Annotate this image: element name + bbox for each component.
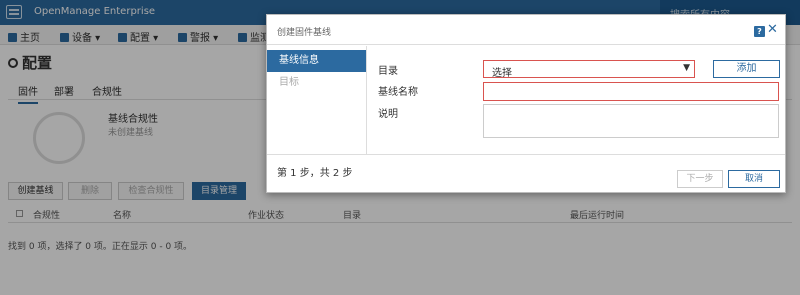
catalog-select-value: 选择	[492, 68, 512, 79]
create-firmware-baseline-dialog: 创建固件基线 ? ✕ 基线信息 目标 目录 选择 ▼ 添加 基线名称 说明 第 …	[266, 14, 786, 193]
catalog-label: 目录	[378, 66, 398, 77]
cancel-button[interactable]: 取消	[728, 170, 780, 188]
close-icon[interactable]: ✕	[767, 23, 778, 37]
description-label: 说明	[378, 109, 398, 120]
add-catalog-button[interactable]: 添加	[713, 60, 780, 78]
description-textarea[interactable]	[483, 104, 779, 138]
wizard-step-baseline-info[interactable]: 基线信息	[267, 50, 366, 72]
dialog-footer: 第 1 步，共 2 步 下一步 取消	[267, 154, 785, 194]
step-counter: 第 1 步，共 2 步	[277, 168, 353, 179]
baseline-name-input[interactable]	[483, 82, 779, 101]
wizard-step-target[interactable]: 目标	[267, 72, 366, 94]
catalog-select[interactable]: 选择 ▼	[483, 60, 695, 79]
baseline-name-label: 基线名称	[378, 87, 418, 98]
dialog-header: 创建固件基线 ? ✕	[267, 15, 785, 45]
help-icon[interactable]: ?	[754, 26, 765, 37]
dialog-title: 创建固件基线	[277, 28, 332, 38]
next-button[interactable]: 下一步	[677, 170, 723, 188]
wizard-steps: 基线信息 目标	[267, 46, 367, 154]
chevron-down-icon: ▼	[683, 63, 690, 73]
